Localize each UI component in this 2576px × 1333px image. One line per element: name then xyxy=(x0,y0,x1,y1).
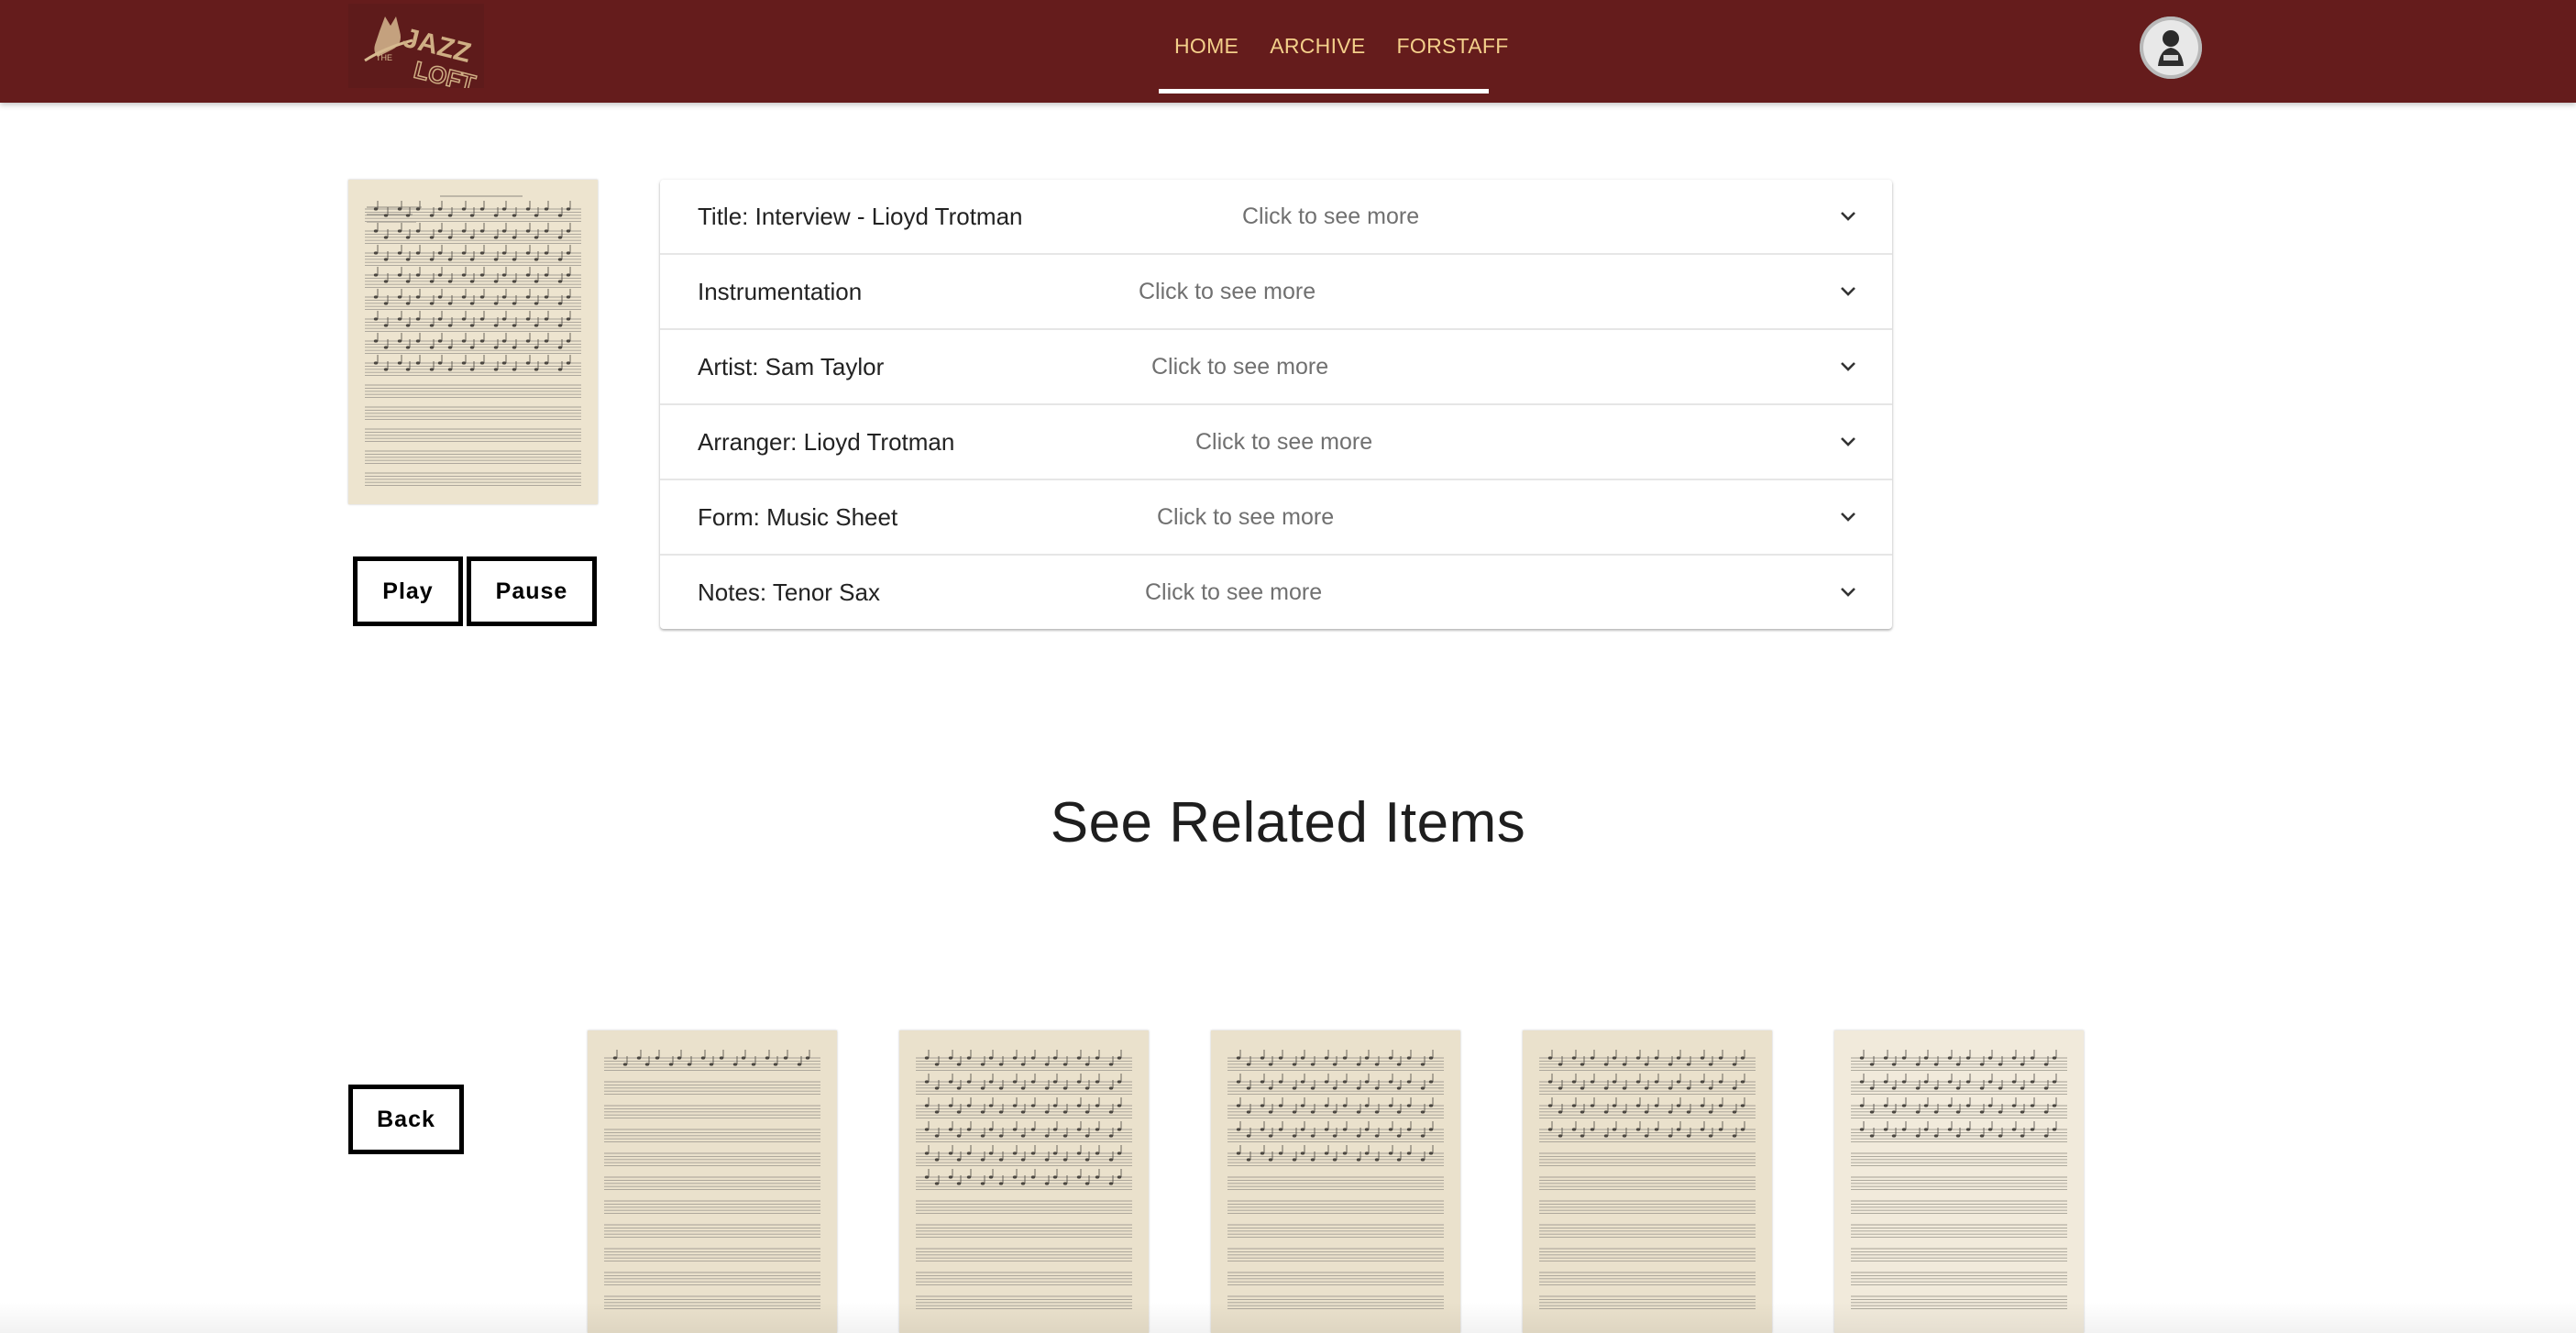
nav-home[interactable]: HOME xyxy=(1159,0,1254,92)
music-sheet-graphic xyxy=(1211,1030,1460,1333)
related-item-1[interactable] xyxy=(588,1030,837,1333)
detail-label: Artist: Sam Taylor xyxy=(698,353,885,380)
related-item-4[interactable] xyxy=(1523,1030,1772,1333)
related-item-2[interactable] xyxy=(899,1030,1149,1333)
chevron-down-icon xyxy=(1837,506,1859,528)
chevron-down-icon xyxy=(1837,281,1859,303)
chevron-down-icon xyxy=(1837,581,1859,603)
detail-row-title[interactable]: Title: Interview - Lioyd Trotman Click t… xyxy=(660,180,1892,255)
back-button[interactable]: Back xyxy=(348,1085,464,1154)
app-header: THE JAZZ LOFT HOME ARCHIVE FORSTAFF xyxy=(0,0,2576,103)
detail-hint: Click to see more xyxy=(1139,279,1316,304)
item-details-accordion: Title: Interview - Lioyd Trotman Click t… xyxy=(660,180,1892,629)
music-sheet-graphic xyxy=(588,1030,837,1333)
nav-archive[interactable]: ARCHIVE xyxy=(1254,0,1381,92)
active-nav-indicator xyxy=(1159,89,1489,94)
detail-hint: Click to see more xyxy=(1151,354,1329,380)
nav-forstaff[interactable]: FORSTAFF xyxy=(1382,0,1525,92)
detail-hint: Click to see more xyxy=(1242,204,1420,229)
music-sheet-image xyxy=(348,180,598,504)
jazz-loft-logo-icon: THE JAZZ LOFT xyxy=(348,4,484,88)
user-avatar-icon xyxy=(2140,17,2202,79)
play-button[interactable]: Play xyxy=(353,556,463,626)
pause-button[interactable]: Pause xyxy=(467,556,597,626)
detail-hint: Click to see more xyxy=(1195,429,1373,455)
jazz-loft-logo[interactable]: THE JAZZ LOFT xyxy=(348,4,484,88)
user-avatar[interactable] xyxy=(2140,17,2202,79)
detail-label: Instrumentation xyxy=(698,278,863,305)
chevron-down-icon xyxy=(1837,431,1859,453)
detail-label: Form: Music Sheet xyxy=(698,503,898,531)
detail-row-instrumentation[interactable]: Instrumentation Click to see more xyxy=(660,255,1892,330)
music-sheet-graphic xyxy=(1523,1030,1772,1333)
related-item-5[interactable] xyxy=(1834,1030,2084,1333)
detail-label: Title: Interview - Lioyd Trotman xyxy=(698,203,1023,230)
detail-label: Arranger: Lioyd Trotman xyxy=(698,428,955,456)
playback-controls: Play Pause xyxy=(353,556,597,626)
detail-label: Notes: Tenor Sax xyxy=(698,578,880,606)
detail-row-arranger[interactable]: Arranger: Lioyd Trotman Click to see mor… xyxy=(660,405,1892,480)
detail-row-notes[interactable]: Notes: Tenor Sax Click to see more xyxy=(660,556,1892,629)
svg-text:THE: THE xyxy=(376,53,392,62)
related-item-3[interactable] xyxy=(1211,1030,1460,1333)
chevron-down-icon xyxy=(1837,356,1859,378)
music-sheet-graphic xyxy=(899,1030,1149,1333)
detail-row-form[interactable]: Form: Music Sheet Click to see more xyxy=(660,480,1892,556)
main-nav: HOME ARCHIVE FORSTAFF xyxy=(1159,0,1525,103)
detail-row-artist[interactable]: Artist: Sam Taylor Click to see more xyxy=(660,330,1892,405)
music-sheet-graphic xyxy=(348,180,598,504)
detail-hint: Click to see more xyxy=(1157,504,1335,530)
chevron-down-icon xyxy=(1837,205,1859,227)
related-items-heading: See Related Items xyxy=(1050,791,1526,854)
music-sheet-graphic xyxy=(1834,1030,2084,1333)
detail-hint: Click to see more xyxy=(1145,579,1323,605)
